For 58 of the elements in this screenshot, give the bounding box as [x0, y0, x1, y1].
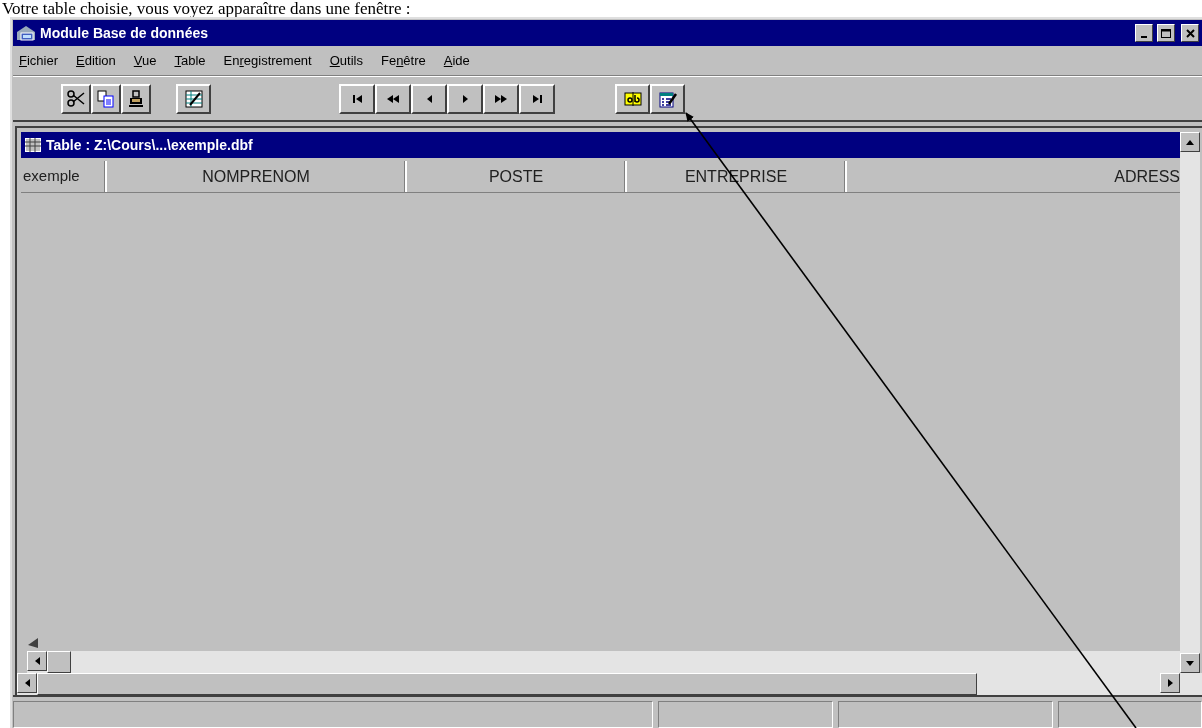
form-button[interactable] [176, 83, 211, 114]
menu-item[interactable]: Fichier [19, 50, 59, 71]
text-field-button[interactable] [615, 83, 650, 114]
right-triangle-icon [462, 94, 468, 103]
scissors-icon [66, 88, 86, 109]
menu-item[interactable]: Enregistrement [223, 50, 312, 71]
column-header[interactable]: NOMPRENOM [107, 161, 407, 192]
row-indicator-icon [27, 637, 39, 649]
stamp-button[interactable] [121, 83, 151, 114]
left-triangle-button[interactable] [411, 83, 447, 114]
left-triangle-icon [24, 679, 30, 687]
scissors-button[interactable] [61, 83, 91, 114]
table-window-title: Table : Z:\Cours\...\exemple.dbf [46, 135, 253, 155]
close-icon [1185, 28, 1195, 38]
scroll-up-button[interactable] [1180, 132, 1200, 152]
minimize-button[interactable] [1135, 24, 1153, 42]
left-triangle-icon [34, 657, 40, 665]
column-header[interactable]: ADRESS [847, 161, 1180, 192]
menu-item[interactable]: Outils [329, 50, 363, 71]
scroll-left-button[interactable] [17, 673, 37, 693]
scroll-down-button[interactable] [1180, 653, 1200, 673]
copy-icon [96, 88, 116, 109]
double-left-button[interactable] [375, 83, 411, 114]
left-triangle-icon [426, 94, 432, 103]
double-right-icon [495, 94, 507, 103]
grid-icon [25, 138, 41, 152]
window-title: Module Base de données [40, 23, 210, 43]
skip-last-icon [532, 94, 542, 103]
app-icon [16, 24, 36, 42]
menu-item[interactable]: Fenêtre [380, 50, 426, 71]
menu-item[interactable]: Vue [133, 50, 157, 71]
scroll-thumb[interactable] [37, 673, 977, 695]
maximize-button[interactable] [1157, 24, 1175, 42]
document-text: Votre table choisie, vous voyez apparaître dans une fenêtre : [1, 0, 412, 17]
skip-first-button[interactable] [339, 83, 375, 114]
menu-item[interactable]: Table [174, 50, 206, 71]
form-icon [183, 88, 204, 109]
down-triangle-icon [1186, 660, 1194, 666]
menu-item[interactable]: Aide [443, 50, 470, 71]
stamp-icon [126, 88, 146, 109]
right-triangle-button[interactable] [447, 83, 483, 114]
row-header: exemple [21, 161, 107, 192]
copy-button[interactable] [91, 83, 121, 114]
double-right-button[interactable] [483, 83, 519, 114]
skip-last-button[interactable] [519, 83, 555, 114]
scroll-right-button[interactable] [1160, 673, 1180, 693]
table-pencil-button[interactable] [650, 83, 685, 114]
up-triangle-icon [1186, 139, 1194, 145]
scroll-left-button[interactable] [27, 651, 47, 671]
right-triangle-icon [1167, 679, 1173, 687]
menu-item[interactable]: Edition [76, 50, 116, 71]
double-left-icon [387, 94, 399, 103]
close-button[interactable] [1181, 24, 1199, 42]
minimize-icon [1141, 36, 1147, 38]
scroll-thumb[interactable] [47, 651, 71, 673]
skip-first-icon [352, 94, 362, 103]
maximize-icon [1161, 28, 1171, 38]
column-header[interactable]: POSTE [407, 161, 627, 192]
